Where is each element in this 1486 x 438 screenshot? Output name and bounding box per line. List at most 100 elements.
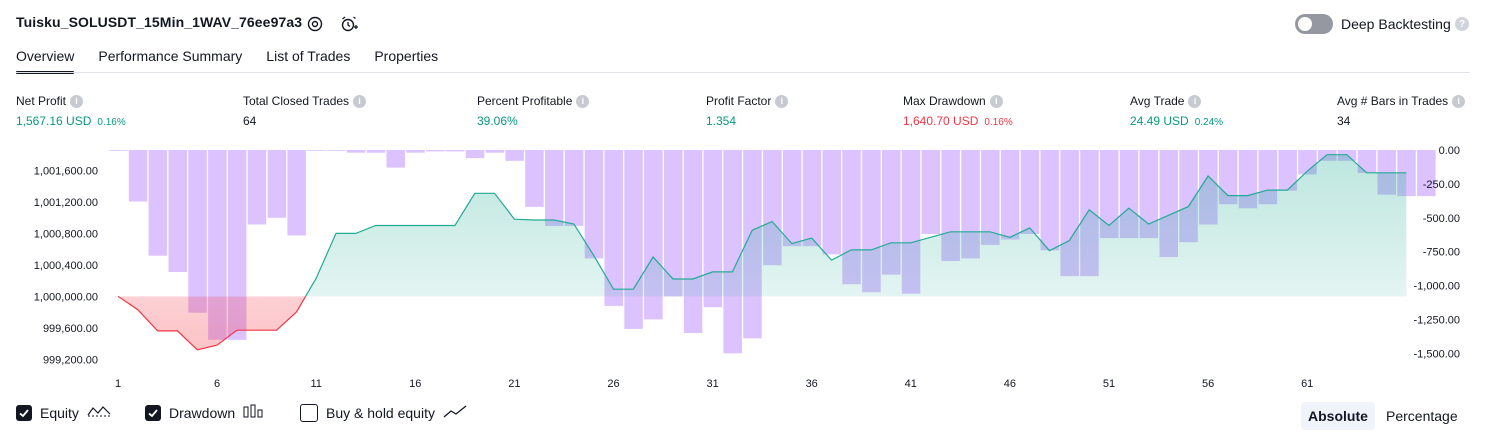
x-axis-tick: 26: [607, 378, 619, 390]
drawdown-bar: [445, 150, 465, 152]
metric-value: 1.354: [706, 114, 737, 128]
equity-series: [117, 154, 1407, 351]
metric-avg-bars-in-trades: Avg # Bars in Trades i 34: [1337, 94, 1466, 128]
left-axis-tick: 1,000,000.00: [34, 291, 98, 303]
buy-hold-line-icon: [443, 404, 467, 422]
drawdown-bar: [921, 150, 941, 234]
drawdown-checkbox[interactable]: [145, 404, 161, 421]
buy-hold-label: Buy & hold equity: [326, 405, 435, 421]
drawdown-bar: [168, 150, 187, 272]
metric-value: 1,567.16 USD: [16, 114, 92, 128]
metric-total-closed-trades: Total Closed Trades i 64: [243, 94, 367, 128]
metric-label: Avg # Bars in Trades: [1337, 94, 1449, 108]
right-axis-tick: -750.00: [1423, 247, 1460, 259]
left-axis-tick: 1,001,600.00: [34, 166, 98, 178]
left-axis: 1,001,600.00 1,001,200.00 1,000,800.00 1,00…: [34, 166, 98, 367]
drawdown-label: Drawdown: [169, 404, 236, 421]
info-icon[interactable]: i: [775, 94, 789, 108]
metric-profit-factor: Profit Factor i 1.354: [706, 94, 789, 128]
drawdown-bar: [128, 150, 148, 202]
metric-label: Net Profit: [16, 94, 67, 108]
toggle-knob: [1298, 17, 1312, 31]
x-axis-tick: 21: [508, 378, 520, 390]
absolute-button[interactable]: Absolute: [1301, 402, 1375, 430]
drawdown-bar: [188, 150, 207, 313]
drawdown-bar: [822, 150, 841, 255]
drawdown-bar: [683, 150, 703, 333]
left-axis-tick: 1,000,400.00: [34, 260, 98, 272]
drawdown-bar: [327, 150, 346, 151]
info-icon[interactable]: i: [1188, 94, 1202, 108]
metric-net-profit: Net Profit i 1,567.16 USD 0.16%: [16, 94, 126, 128]
equity-line-icon: [87, 404, 111, 421]
drawdown-bars-icon: [243, 404, 263, 421]
drawdown-bar: [981, 150, 1000, 245]
drawdown-bar: [782, 150, 802, 247]
right-axis-tick: -500.00: [1423, 213, 1460, 225]
x-axis-tick: 41: [905, 378, 917, 390]
drawdown-bar: [1040, 150, 1059, 251]
buy-hold-checkbox[interactable]: [300, 404, 318, 422]
drawdown-bar: [267, 150, 287, 218]
equity-chart[interactable]: 1,001,600.00 1,001,200.00 1,000,800.00 1,00…: [0, 140, 1486, 395]
metric-value: 34: [1337, 114, 1351, 128]
x-axis-tick: 46: [1004, 378, 1016, 390]
metric-value: 39.06%: [477, 114, 518, 128]
equity-label: Equity: [40, 404, 79, 421]
help-icon[interactable]: ?: [1455, 17, 1469, 31]
info-icon[interactable]: i: [989, 94, 1003, 108]
add-alert-icon[interactable]: [339, 14, 359, 34]
drawdown-bar: [1000, 150, 1020, 240]
left-axis-tick: 999,600.00: [43, 323, 98, 335]
legend-buy-hold[interactable]: Buy & hold equity: [300, 404, 467, 422]
legend-equity[interactable]: Equity: [16, 404, 111, 421]
drawdown-bar: [584, 150, 604, 259]
drawdown-bar: [109, 150, 128, 151]
x-axis-tick: 61: [1301, 378, 1313, 390]
tab-performance-summary[interactable]: Performance Summary: [98, 48, 242, 74]
metric-label: Percent Profitable: [477, 94, 573, 108]
metric-label: Avg Trade: [1130, 94, 1185, 108]
drawdown-bar: [1020, 150, 1040, 234]
tab-properties[interactable]: Properties: [374, 48, 438, 74]
drawdown-bar: [307, 150, 326, 151]
metric-max-drawdown: Max Drawdown i 1,640.70 USD 0.16%: [903, 94, 1013, 128]
tab-overview[interactable]: Overview: [16, 48, 75, 74]
drawdown-bar: [287, 150, 306, 236]
deep-backtesting-toggle[interactable]: [1295, 14, 1333, 34]
right-axis-tick: 0.00: [1439, 145, 1460, 157]
strategy-title: Tuisku_SOLUSDT_15Min_1WAV_76ee97a3: [16, 14, 303, 30]
left-axis-tick: 1,000,800.00: [34, 228, 98, 240]
x-axis-tick: 36: [806, 378, 818, 390]
drawdown-bar: [406, 150, 425, 153]
info-icon[interactable]: i: [353, 94, 367, 108]
x-axis-tick: 56: [1202, 378, 1214, 390]
metric-percent-profitable: Percent Profitable i 39.06%: [477, 94, 590, 128]
percentage-button[interactable]: Percentage: [1379, 402, 1465, 430]
drawdown-bar: [802, 150, 822, 247]
metric-percent: 0.16%: [984, 117, 1013, 128]
tab-list-of-trades[interactable]: List of Trades: [266, 48, 350, 74]
metric-percent: 0.16%: [97, 117, 126, 128]
info-icon[interactable]: i: [576, 94, 590, 108]
right-axis-tick: -1,000.00: [1414, 281, 1460, 293]
settings-icon[interactable]: [305, 14, 325, 34]
metric-value: 1,640.70 USD: [903, 114, 979, 128]
drawdown-bar: [366, 150, 386, 153]
drawdown-bar: [247, 150, 267, 225]
drawdown-bar: [346, 150, 366, 153]
info-icon[interactable]: i: [1452, 94, 1466, 108]
x-axis: 1 6 11 16 21 26 31 36 41 46 51 56 61: [115, 378, 1313, 390]
tab-divider: [16, 72, 1470, 73]
x-axis-tick: 11: [310, 378, 321, 390]
info-icon[interactable]: i: [70, 94, 84, 108]
drawdown-bar: [148, 150, 168, 256]
legend-drawdown[interactable]: Drawdown: [145, 404, 263, 421]
x-axis-tick: 6: [214, 378, 220, 390]
x-axis-tick: 31: [706, 378, 718, 390]
metric-label: Max Drawdown: [903, 94, 986, 108]
metric-value: 64: [243, 114, 257, 128]
drawdown-bar: [386, 150, 405, 168]
right-axis-tick: -250.00: [1423, 179, 1460, 191]
equity-checkbox[interactable]: [16, 404, 32, 421]
